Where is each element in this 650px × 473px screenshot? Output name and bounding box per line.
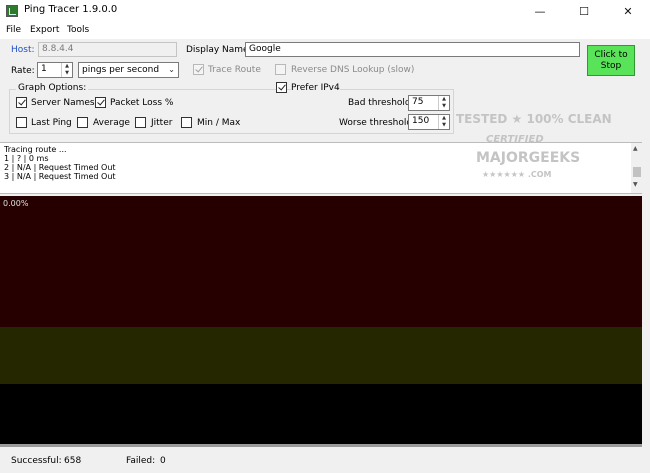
packet-loss-readout: 0.00% xyxy=(3,199,29,208)
reverse-dns-checkbox[interactable] xyxy=(275,64,286,75)
bad-threshold-label: Bad threshold: xyxy=(348,98,414,108)
rate-value: 1 xyxy=(41,64,47,74)
worse-threshold-label: Worse threshold: xyxy=(339,118,416,128)
display-name-label: Display Name: xyxy=(186,45,252,55)
log-scrollbar[interactable]: ▲ ▼ xyxy=(631,143,643,193)
trace-route-label: Trace Route xyxy=(208,65,261,75)
min-max-label: Min / Max xyxy=(197,118,241,128)
jitter-label: Jitter xyxy=(151,118,173,128)
status-bar xyxy=(0,448,650,473)
display-name-input[interactable]: Google xyxy=(245,42,580,57)
stop-button-line1: Click to xyxy=(594,50,628,60)
graph-side-panel xyxy=(642,196,650,447)
last-ping-checkbox[interactable] xyxy=(16,117,27,128)
menu-file[interactable]: File xyxy=(6,25,21,35)
worse-threshold-arrows[interactable]: ▲ ▼ xyxy=(438,115,449,129)
rate-stepper[interactable]: 1 ▲ ▼ xyxy=(37,62,73,78)
rate-stepper-arrows[interactable]: ▲ ▼ xyxy=(61,63,72,77)
chevron-up-icon[interactable]: ▲ xyxy=(439,96,449,103)
worse-threshold-band xyxy=(0,196,642,327)
maximize-button[interactable]: ☐ xyxy=(562,0,606,23)
worse-threshold-value: 150 xyxy=(412,116,430,126)
app-icon xyxy=(6,5,18,17)
graph-options-title: Graph Options: xyxy=(16,83,89,93)
chevron-up-icon[interactable]: ▲ xyxy=(439,115,449,122)
server-names-checkbox[interactable] xyxy=(16,97,27,108)
scroll-up-icon[interactable]: ▲ xyxy=(633,145,638,152)
log-line: 1 | ? | 0 ms xyxy=(4,154,49,163)
minimize-button[interactable]: — xyxy=(518,0,562,23)
rate-unit-select[interactable]: pings per second ⌄ xyxy=(78,62,179,78)
bad-threshold-arrows[interactable]: ▲ ▼ xyxy=(438,96,449,110)
packet-loss-checkbox[interactable] xyxy=(95,97,106,108)
watermark-line2: CERTIFIED xyxy=(486,134,544,145)
worse-threshold-stepper[interactable]: 150 ▲ ▼ xyxy=(408,114,450,130)
last-ping-label: Last Ping xyxy=(31,118,72,128)
server-names-label: Server Names xyxy=(31,98,95,108)
menu-tools[interactable]: Tools xyxy=(67,25,89,35)
watermark-line4: ★★★★★★ .COM xyxy=(482,170,552,179)
stop-button-line2: Stop xyxy=(600,61,622,71)
rate-unit-value: pings per second xyxy=(82,65,160,75)
watermark-line3: MAJORGEEKS xyxy=(476,150,581,166)
log-line: Tracing route ... xyxy=(4,145,67,154)
average-label: Average xyxy=(93,118,130,128)
dropdown-arrow-icon: ⌄ xyxy=(168,65,175,74)
majorgeeks-watermark: TESTED ★ 100% CLEAN CERTIFIED MAJORGEEKS… xyxy=(452,108,612,192)
graph-scrollbar[interactable] xyxy=(0,444,642,447)
chevron-down-icon[interactable]: ▼ xyxy=(439,103,449,110)
trace-route-checkbox[interactable] xyxy=(193,64,204,75)
chevron-down-icon[interactable]: ▼ xyxy=(62,70,72,77)
scroll-thumb[interactable] xyxy=(633,167,641,177)
chevron-down-icon[interactable]: ▼ xyxy=(439,122,449,129)
menu-bar xyxy=(0,23,650,39)
host-label: Host: xyxy=(11,45,35,55)
log-line: 3 | N/A | Request Timed Out xyxy=(4,172,116,181)
scroll-down-icon[interactable]: ▼ xyxy=(633,181,638,188)
menu-export[interactable]: Export xyxy=(30,25,59,35)
window-title: Ping Tracer 1.9.0.0 xyxy=(24,4,118,15)
close-button[interactable]: ✕ xyxy=(606,0,650,23)
log-line: 2 | N/A | Request Timed Out xyxy=(4,163,116,172)
bad-threshold-value: 75 xyxy=(412,97,424,107)
watermark-line1: TESTED ★ 100% CLEAN xyxy=(456,112,612,126)
prefer-ipv4-label: Prefer IPv4 xyxy=(291,83,340,93)
min-max-checkbox[interactable] xyxy=(181,117,192,128)
failed-label: Failed: xyxy=(126,456,156,466)
packet-loss-label: Packet Loss % xyxy=(110,98,174,108)
rate-label: Rate: xyxy=(11,66,35,76)
host-input[interactable]: 8.8.4.4 xyxy=(38,42,177,57)
failed-count: 0 xyxy=(160,456,166,466)
bad-threshold-stepper[interactable]: 75 ▲ ▼ xyxy=(408,95,450,111)
reverse-dns-label: Reverse DNS Lookup (slow) xyxy=(291,65,415,75)
successful-count: 658 xyxy=(64,456,82,466)
average-checkbox[interactable] xyxy=(77,117,88,128)
prefer-ipv4-checkbox[interactable] xyxy=(276,82,287,93)
click-to-stop-button[interactable]: Click to Stop xyxy=(587,45,635,76)
chevron-up-icon[interactable]: ▲ xyxy=(62,63,72,70)
successful-label: Successful: xyxy=(11,456,62,466)
bad-threshold-band xyxy=(0,327,642,384)
jitter-checkbox[interactable] xyxy=(135,117,146,128)
